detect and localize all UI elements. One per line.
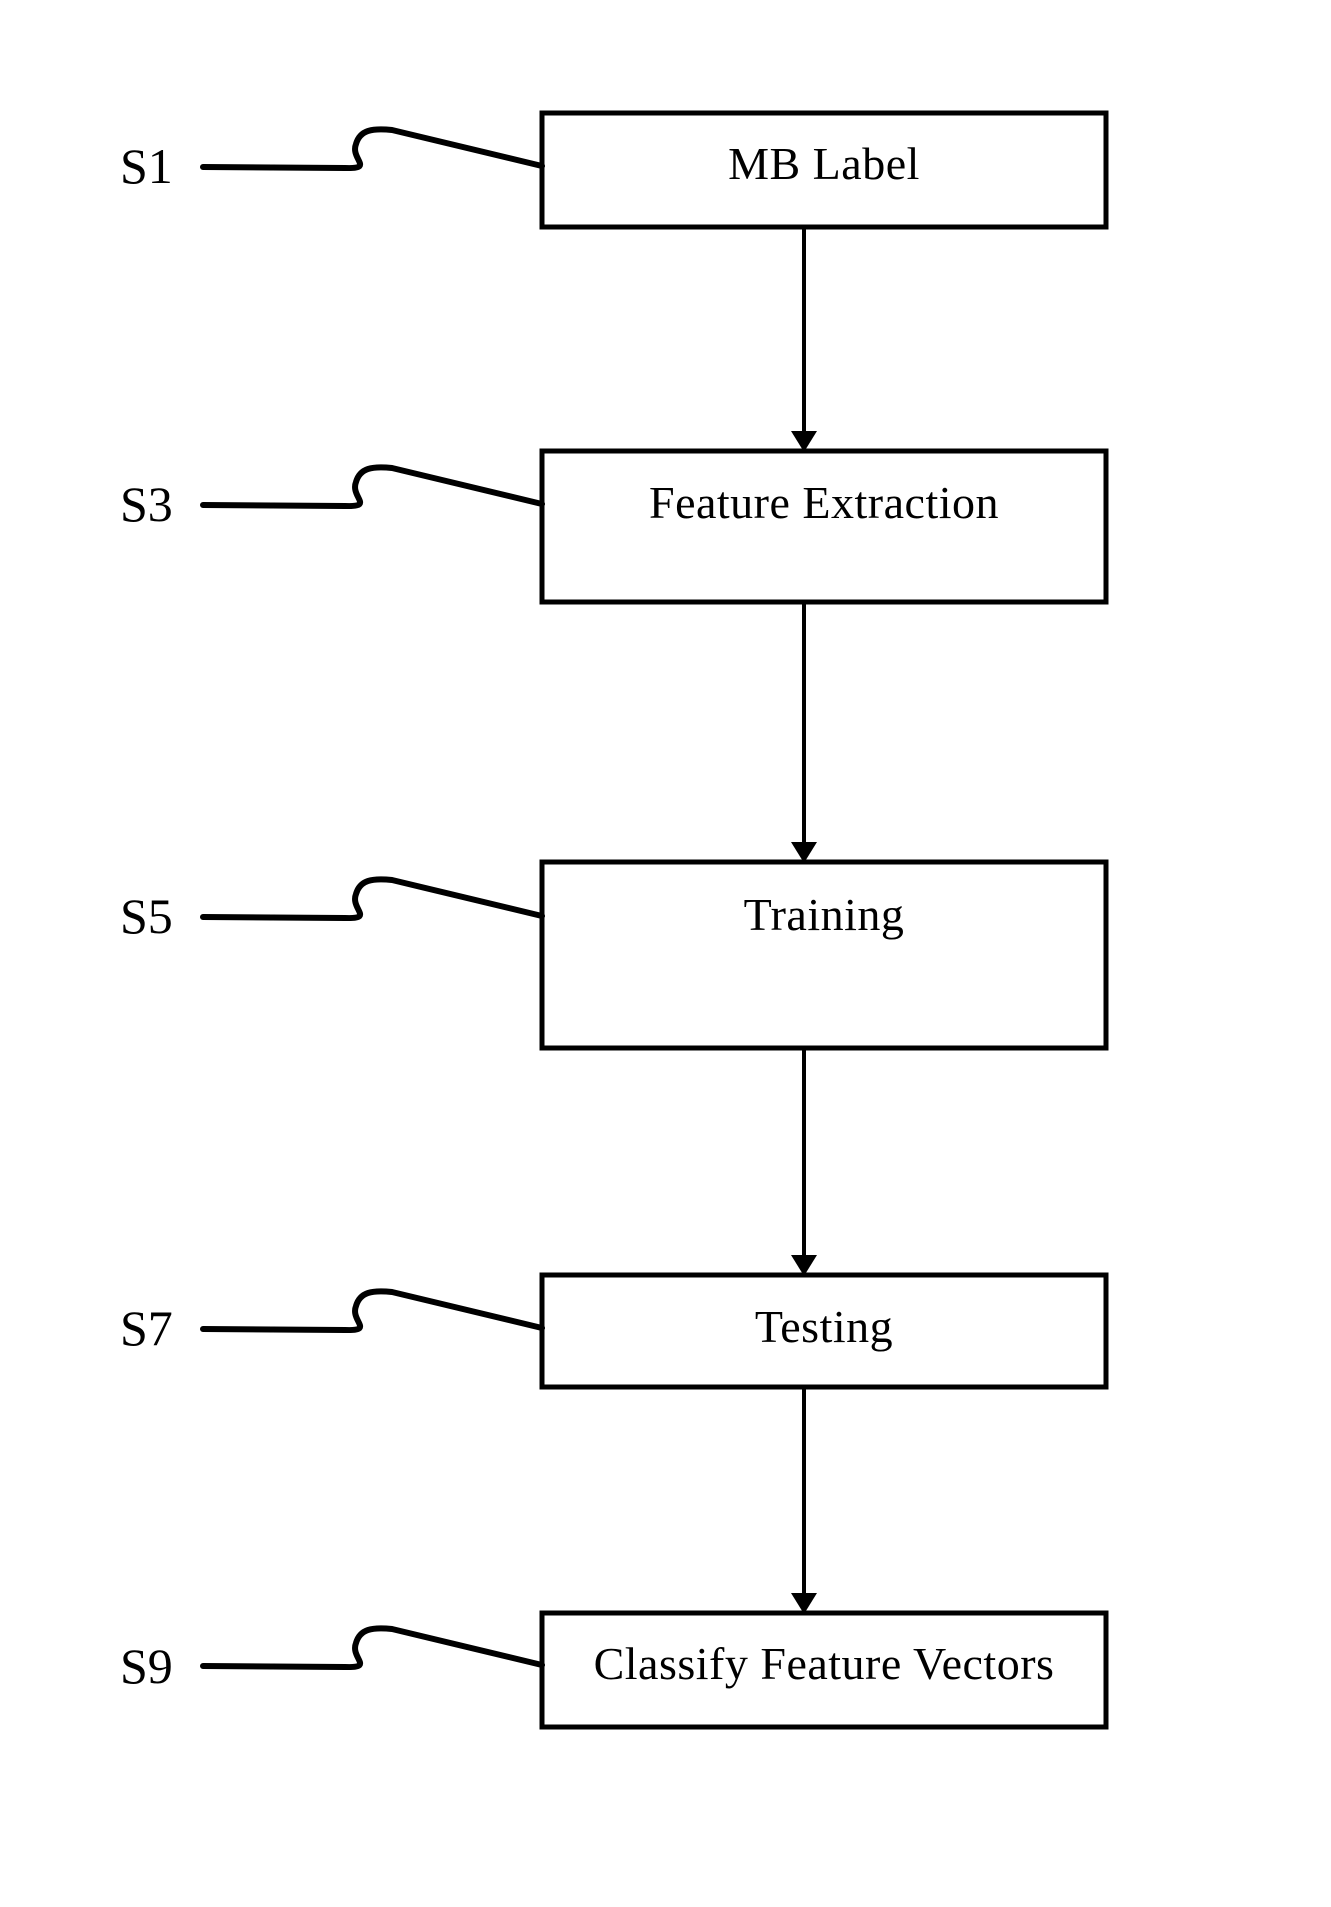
step-label-s5: S5: [120, 888, 173, 944]
step-label-s3: S3: [120, 476, 173, 532]
step-label-s7: S7: [120, 1300, 173, 1356]
process-box-text-s1: MB Label: [728, 138, 920, 189]
process-box-text-s9: Classify Feature Vectors: [593, 1638, 1055, 1689]
flowchart-graphics: [200, 110, 1109, 1730]
process-box-text-s3: Feature Extraction: [648, 477, 1000, 528]
process-box-text-s7: Testing: [754, 1301, 894, 1352]
figure-canvas: MB Label Feature Extraction Training Testin…: [0, 0, 1331, 1907]
step-label-s9: S9: [120, 1638, 173, 1694]
process-box-text-s5: Training: [743, 889, 905, 940]
step-label-s1: S1: [120, 138, 173, 194]
